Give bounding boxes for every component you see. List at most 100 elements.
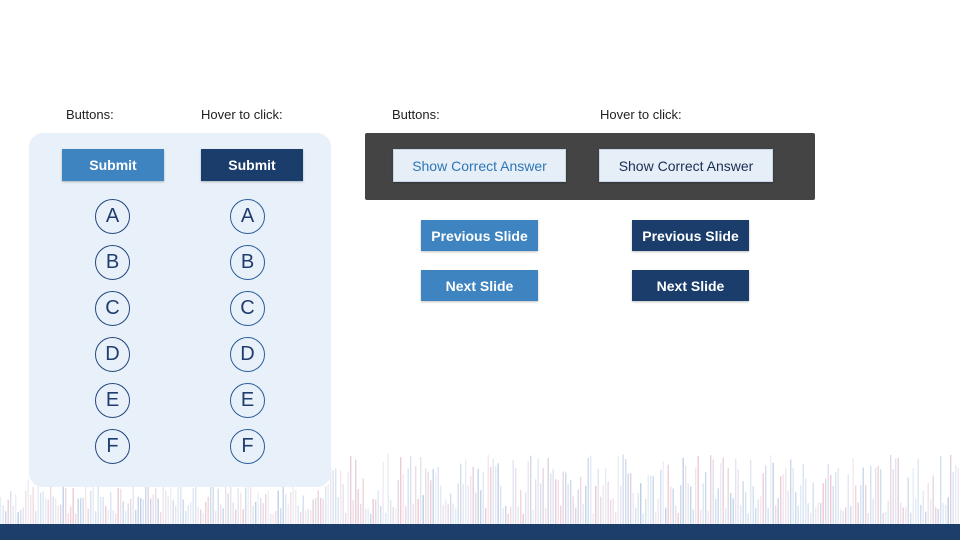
decorative-bar xyxy=(17,512,19,524)
option-f-button-hover[interactable]: F xyxy=(230,429,265,464)
decorative-bar xyxy=(772,462,774,524)
buttons-label-right: Buttons: xyxy=(392,107,440,122)
decorative-bar xyxy=(750,459,752,524)
decorative-bar xyxy=(472,466,474,524)
decorative-bar xyxy=(820,502,822,524)
decorative-bar xyxy=(827,464,829,524)
decorative-bar xyxy=(387,454,389,524)
decorative-bar xyxy=(370,513,372,524)
decorative-bar xyxy=(887,500,889,524)
decorative-bar xyxy=(522,513,524,524)
decorative-bar xyxy=(570,480,572,524)
decorative-bar xyxy=(640,483,642,524)
decorative-bar xyxy=(762,473,764,524)
option-e-button[interactable]: E xyxy=(95,383,130,418)
decorative-bar xyxy=(172,500,174,524)
decorative-bar xyxy=(400,457,402,524)
decorative-bar xyxy=(145,486,147,524)
decorative-bar xyxy=(647,474,649,524)
decorative-bar xyxy=(545,508,547,524)
decorative-bar xyxy=(40,492,42,524)
decorative-bar xyxy=(477,468,479,524)
decorative-bar xyxy=(737,469,739,524)
decorative-bar xyxy=(727,467,729,524)
decorative-bar xyxy=(685,465,687,524)
previous-slide-button[interactable]: Previous Slide xyxy=(421,220,538,251)
decorative-bar xyxy=(710,455,712,524)
submit-button[interactable]: Submit xyxy=(62,149,164,181)
decorative-bar xyxy=(117,488,119,524)
decorative-bar xyxy=(137,496,139,524)
decorative-bar xyxy=(245,487,247,524)
decorative-bar xyxy=(505,505,507,524)
decorative-bar xyxy=(277,490,279,524)
previous-slide-button-hover[interactable]: Previous Slide xyxy=(632,220,749,251)
decorative-bar xyxy=(535,479,537,524)
decorative-bar xyxy=(697,456,699,524)
next-slide-button-hover[interactable]: Next Slide xyxy=(632,270,749,301)
option-b-button-hover[interactable]: B xyxy=(230,245,265,280)
decorative-bar xyxy=(167,495,169,524)
decorative-bar xyxy=(377,490,379,524)
decorative-bar xyxy=(790,459,792,524)
decorative-bar xyxy=(720,463,722,524)
decorative-bar xyxy=(57,505,59,524)
decorative-bar xyxy=(665,507,667,524)
decorative-bar xyxy=(605,467,607,524)
decorative-bar xyxy=(280,508,282,524)
option-a-button-hover[interactable]: A xyxy=(230,199,265,234)
decorative-bar xyxy=(705,472,707,524)
decorative-bar xyxy=(547,458,549,524)
decorative-bar xyxy=(112,510,114,524)
decorative-bar xyxy=(270,513,272,524)
decorative-bar xyxy=(655,512,657,524)
decorative-bar xyxy=(567,483,569,524)
decorative-bar xyxy=(622,454,624,524)
option-d-button-hover[interactable]: D xyxy=(230,337,265,372)
decorative-bar xyxy=(550,473,552,524)
decorative-bar xyxy=(520,490,522,524)
decorative-bar xyxy=(552,468,554,524)
show-correct-answer-button-hover[interactable]: Show Correct Answer xyxy=(599,149,773,182)
decorative-bar xyxy=(80,498,82,524)
option-b-button[interactable]: B xyxy=(95,245,130,280)
option-d-button[interactable]: D xyxy=(95,337,130,372)
decorative-bar xyxy=(390,500,392,524)
option-e-button-hover[interactable]: E xyxy=(230,383,265,418)
option-f-button[interactable]: F xyxy=(95,429,130,464)
decorative-bar xyxy=(615,512,617,524)
decorative-bar xyxy=(110,492,112,524)
decorative-bar xyxy=(732,498,734,524)
decorative-bar xyxy=(380,505,382,524)
decorative-bar xyxy=(75,513,77,524)
submit-button-hover[interactable]: Submit xyxy=(201,149,303,181)
decorative-bar xyxy=(800,485,802,524)
decorative-bar xyxy=(847,474,849,524)
decorative-bar xyxy=(512,459,514,524)
decorative-bar xyxy=(600,496,602,524)
decorative-bar xyxy=(455,508,457,524)
decorative-bar xyxy=(405,506,407,524)
option-a-button[interactable]: A xyxy=(95,199,130,234)
decorative-bar xyxy=(540,483,542,524)
decorative-bar xyxy=(25,490,27,524)
decorative-bar xyxy=(267,490,269,524)
option-c-button-hover[interactable]: C xyxy=(230,291,265,326)
decorative-bar xyxy=(317,490,319,524)
decorative-bar xyxy=(755,507,757,524)
decorative-bar xyxy=(205,501,207,524)
decorative-bar xyxy=(402,474,404,524)
decorative-bar xyxy=(160,512,162,524)
decorative-bar xyxy=(67,513,69,524)
next-slide-button[interactable]: Next Slide xyxy=(421,270,538,301)
decorative-bar xyxy=(347,471,349,524)
decorative-bar xyxy=(462,483,464,524)
option-c-button[interactable]: C xyxy=(95,291,130,326)
decorative-bar xyxy=(952,472,954,524)
show-correct-answer-button[interactable]: Show Correct Answer xyxy=(393,149,566,182)
decorative-bar xyxy=(625,459,627,524)
decorative-bar xyxy=(177,482,179,524)
decorative-bar xyxy=(100,496,102,524)
decorative-bar xyxy=(742,481,744,524)
decorative-bar xyxy=(90,490,92,524)
